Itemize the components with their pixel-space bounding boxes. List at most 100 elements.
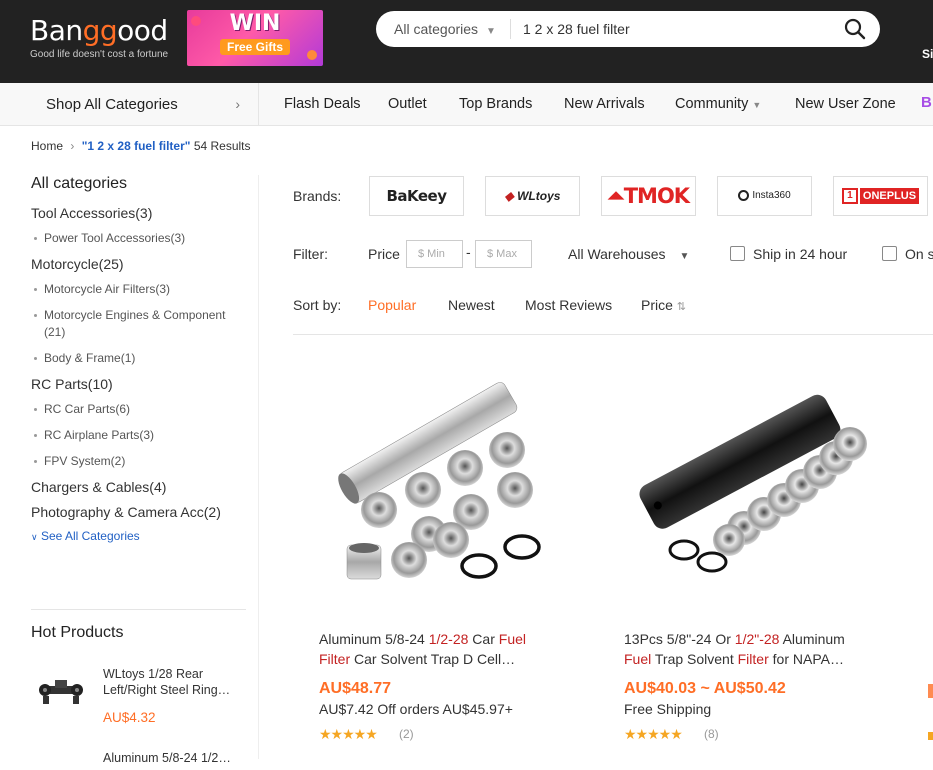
top-header: Banggood Good life doesn't cost a fortun…	[0, 0, 933, 83]
nav-new-user-zone[interactable]: New User Zone	[795, 96, 896, 112]
brand-oneplus[interactable]: 1 ONEPLUS	[833, 176, 928, 216]
sidebar-cat-rc-parts[interactable]: RC Parts(10)	[31, 376, 246, 392]
search-divider	[510, 19, 511, 39]
partial-star-mark	[928, 732, 933, 740]
warehouse-select[interactable]: All Warehouses ▼	[568, 246, 689, 262]
product-title[interactable]: Aluminum 5/8-24 1/2-28 Car Fuel Filter C…	[319, 630, 559, 669]
shop-all-categories[interactable]: Shop All Categories ›	[31, 83, 259, 126]
price-range-dash: -	[466, 244, 471, 260]
ship-24h-checkbox[interactable]	[730, 246, 745, 261]
decor-dot	[191, 16, 201, 26]
brand-oneplus-logo: 1 ONEPLUS	[841, 188, 920, 204]
chevron-down-icon: ∨	[31, 532, 38, 542]
sort-popular[interactable]: Popular	[368, 297, 416, 313]
on-sale-checkbox[interactable]	[882, 246, 897, 261]
nav-partial-item[interactable]: B	[921, 94, 932, 111]
product-price: AU$48.77	[319, 680, 392, 697]
brand-bakeey[interactable]: BaKeey	[369, 176, 464, 216]
brand-tmok-text: TMOK	[623, 183, 690, 208]
hot-product-item[interactable]: Aluminum 5/8-24 1/2…	[31, 750, 246, 770]
star-rating: ★★★★★	[624, 726, 683, 742]
sidebar-sub-engines[interactable]: Motorcycle Engines & Component (21)	[31, 307, 246, 341]
title-text: 13Pcs 5/8"-24 Or	[624, 631, 735, 647]
sort-divider	[293, 334, 933, 335]
sidebar-cat-photography[interactable]: Photography & Camera Acc(2)	[31, 504, 246, 520]
result-count: 54 Results	[193, 139, 251, 153]
product-title[interactable]: 13Pcs 5/8"-24 Or 1/2"-28 Aluminum Fuel T…	[624, 630, 864, 669]
nav-new-arrivals[interactable]: New Arrivals	[564, 96, 645, 112]
sidebar-sub-rc-airplane[interactable]: RC Airplane Parts(3)	[31, 427, 246, 444]
brand-insta360-text: Insta360	[752, 190, 791, 202]
chevron-right-icon: ›	[70, 139, 75, 153]
sort-price-label: Price	[641, 297, 673, 313]
sidebar-sub-rc-car[interactable]: RC Car Parts(6)	[31, 401, 246, 418]
brand-tmok-logo: ⏶TMOK	[607, 183, 690, 209]
free-gifts-text: Free Gifts	[219, 39, 290, 55]
product-price: AU$40.03 ~ AU$50.42	[624, 680, 786, 697]
sort-label: Sort by:	[293, 297, 342, 313]
ship-24h-label[interactable]: Ship in 24 hour	[753, 246, 847, 262]
price-max-input[interactable]: $ Max	[475, 240, 532, 268]
hot-product-name: Aluminum 5/8-24 1/2…	[103, 751, 231, 765]
sidebar-cat-tool-accessories[interactable]: Tool Accessories(3)	[31, 205, 246, 221]
hot-products-title: Hot Products	[31, 624, 124, 641]
title-text: Trap Solvent	[651, 650, 738, 667]
price-min-input[interactable]: $ Min	[406, 240, 463, 268]
warehouse-label: All Warehouses	[568, 246, 666, 262]
search-input[interactable]: 1 2 x 28 fuel filter	[523, 21, 630, 37]
sidebar-sub-air-filters[interactable]: Motorcycle Air Filters(3)	[31, 281, 246, 298]
tmok-triangle-icon: ⏶	[607, 183, 625, 208]
sidebar-title: All categories	[31, 175, 128, 192]
logo-tagline: Good life doesn't cost a fortune	[30, 49, 169, 60]
sign-in-link[interactable]: Si	[922, 47, 933, 61]
sidebar-sub-power-tool[interactable]: Power Tool Accessories(3)	[31, 230, 246, 247]
sidebar-cat-chargers[interactable]: Chargers & Cables(4)	[31, 479, 246, 495]
decor-dot	[307, 50, 317, 60]
nav-community[interactable]: Community ▼	[675, 96, 761, 112]
sort-newest[interactable]: Newest	[448, 297, 495, 313]
sidebar-sub-fpv[interactable]: FPV System(2)	[31, 453, 246, 470]
sidebar-cat-motorcycle[interactable]: Motorcycle(25)	[31, 256, 246, 272]
title-highlight: 1/2-28	[428, 631, 469, 647]
title-text: Aluminum	[779, 631, 845, 647]
product-image[interactable]	[319, 350, 569, 600]
on-sale-label[interactable]: On s	[905, 246, 933, 262]
shop-all-label: Shop All Categories	[46, 96, 178, 113]
nav-outlet[interactable]: Outlet	[388, 96, 427, 112]
brand-wltoys-logo: ◆ WLtoys	[505, 189, 561, 203]
breadcrumb-query: "1 2 x 28 fuel filter"	[81, 139, 191, 153]
brand-oneplus-text: ONEPLUS	[859, 188, 920, 204]
sort-most-reviews[interactable]: Most Reviews	[525, 297, 612, 313]
nav-flash-deals[interactable]: Flash Deals	[284, 96, 361, 112]
brand-tmok[interactable]: ⏶TMOK	[601, 176, 696, 216]
sort-price[interactable]: Price ⇅	[641, 297, 686, 313]
review-count[interactable]: (8)	[704, 727, 719, 741]
chevron-right-icon: ›	[235, 96, 240, 112]
brand-wltoys[interactable]: ◆ WLtoys	[485, 176, 580, 216]
breadcrumb-home[interactable]: Home	[31, 139, 63, 153]
title-highlight: 1/2"-28	[734, 631, 780, 647]
brand-insta360[interactable]: Insta360	[717, 176, 812, 216]
hot-product-name: WLtoys 1/28 Rear Left/Right Steel Ring…	[103, 667, 231, 697]
logo-wordmark: Banggood	[30, 14, 168, 47]
hot-product-item[interactable]: WLtoys 1/28 Rear Left/Right Steel Ring… …	[31, 666, 246, 726]
search-icon[interactable]	[844, 18, 866, 40]
review-count[interactable]: (2)	[399, 727, 414, 741]
nav-top-brands[interactable]: Top Brands	[459, 96, 532, 112]
banggood-logo[interactable]: Banggood Good life doesn't cost a fortun…	[30, 14, 168, 60]
product-card-partial[interactable]	[928, 630, 933, 740]
brands-label: Brands:	[293, 188, 342, 204]
title-text: Car	[468, 631, 499, 647]
search-bar: All categories ▼ 1 2 x 28 fuel filter	[376, 11, 880, 47]
win-gifts-banner[interactable]: WIN Free Gifts	[187, 10, 323, 66]
search-category-select[interactable]: All categories ▼	[394, 21, 496, 37]
title-highlight: Filter	[737, 650, 769, 667]
win-text: WIN	[229, 11, 281, 36]
sidebar-sub-body-frame[interactable]: Body & Frame(1)	[31, 350, 246, 367]
category-sidebar: All categories Tool Accessories(3) Power…	[31, 175, 246, 543]
title-highlight: Fuel	[624, 650, 652, 667]
product-image[interactable]	[624, 350, 874, 600]
see-all-categories-link[interactable]: ∨ See All Categories	[31, 529, 246, 543]
brand-insta360-logo: Insta360	[738, 190, 791, 202]
hot-product-price: AU$4.32	[103, 710, 156, 725]
